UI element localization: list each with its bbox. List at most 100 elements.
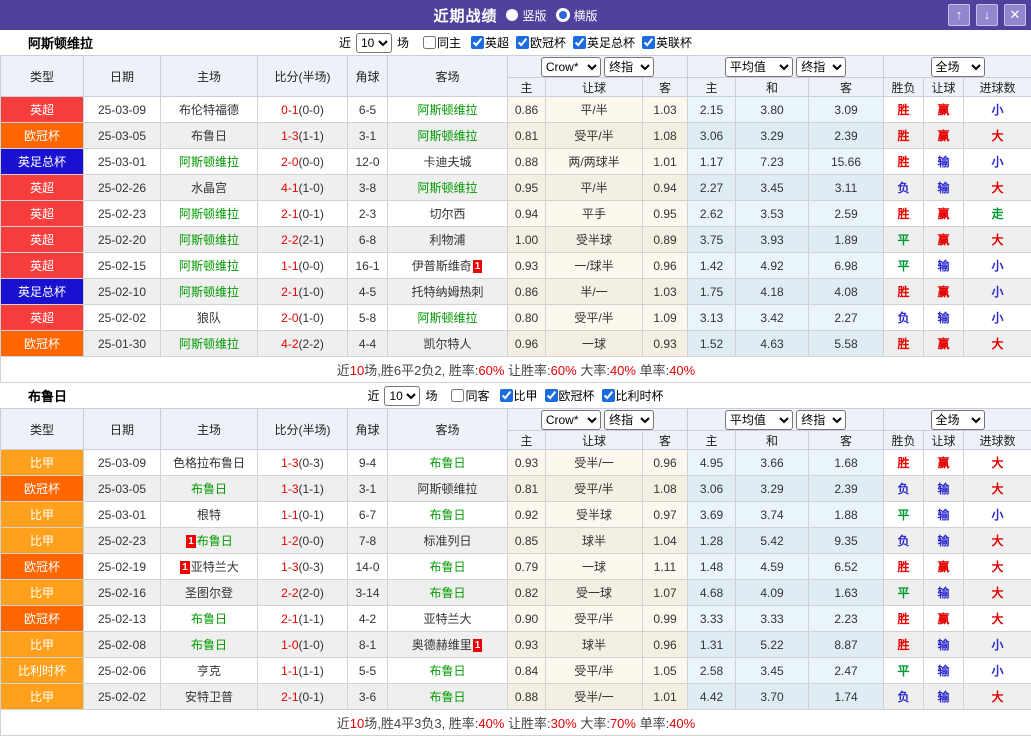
avg-home-odds: 3.13 — [688, 305, 736, 331]
league-filter[interactable]: 比甲 — [493, 387, 538, 404]
away-team-cell: 亚特兰大 — [388, 606, 508, 632]
team-name: 阿斯顿维拉 — [179, 337, 239, 351]
league-checkbox[interactable] — [545, 389, 558, 402]
handicap-cell: 受平/半 — [546, 476, 643, 502]
summary-segment: 近 — [337, 716, 350, 731]
avg-home-odds: 1.28 — [688, 528, 736, 554]
table-row: 比甲25-02-02安特卫普2-1(0-1)3-6布鲁日0.88受半/一1.01… — [1, 684, 1031, 710]
move-up-button[interactable]: ↑ — [948, 4, 970, 26]
score-cell: 1-2(0-0) — [258, 528, 348, 554]
goals-result-cell: 小 — [964, 632, 1031, 658]
league-checkbox[interactable] — [471, 36, 484, 49]
same-venue-filter[interactable]: 同主 — [416, 34, 461, 51]
date-cell: 25-02-23 — [84, 201, 161, 227]
avg-draw-odds: 3.29 — [736, 123, 809, 149]
away-team-cell: 凯尔特人 — [388, 331, 508, 357]
fulltime-select[interactable]: 全场 — [931, 410, 985, 430]
league-filter[interactable]: 欧冠杯 — [538, 387, 595, 404]
summary-segment: 让胜率: — [504, 716, 550, 731]
score-cell: 2-2(2-1) — [258, 227, 348, 253]
match-count-select[interactable]: 10 — [356, 33, 392, 53]
fulltime-select[interactable]: 全场 — [931, 57, 985, 77]
league-filter[interactable]: 英超 — [464, 34, 509, 51]
result-cell: 胜 — [884, 450, 924, 476]
average-select[interactable]: 平均值 — [725, 410, 793, 430]
crow-away-odds: 1.09 — [643, 305, 688, 331]
same-venue-filter[interactable]: 同客 — [444, 387, 489, 404]
league-filter[interactable]: 英足总杯 — [566, 34, 635, 51]
col-header-avg-home: 主 — [688, 78, 736, 97]
fulltime-score: 1-3 — [281, 560, 298, 574]
fulltime-score: 1-1 — [281, 259, 298, 273]
league-filter-label: 英超 — [485, 34, 509, 51]
date-cell: 25-02-23 — [84, 528, 161, 554]
match-count-select[interactable]: 10 — [384, 386, 420, 406]
home-team-cell: 布伦特福德 — [161, 97, 258, 123]
team-name: 标准列日 — [423, 534, 471, 548]
league-checkbox[interactable] — [602, 389, 615, 402]
layout-radio-horizontal[interactable]: 横版 — [556, 7, 598, 24]
summary-text-1: 近10场,胜4平3负3, 胜率:40% 让胜率:30% 大率:70% 单率:40… — [1, 710, 1031, 736]
score-cell: 1-0(1-0) — [258, 632, 348, 658]
result-cell: 负 — [884, 528, 924, 554]
team-name: 凯尔特人 — [423, 337, 471, 351]
move-down-button[interactable]: ↓ — [976, 4, 998, 26]
goals-result-cell: 小 — [964, 97, 1031, 123]
odds-stage-select[interactable]: 终指 — [604, 57, 654, 77]
average-select[interactable]: 平均值 — [725, 57, 793, 77]
summary-segment: 10 — [350, 716, 364, 731]
avg-stage-select[interactable]: 终指 — [796, 57, 846, 77]
avg-home-odds: 2.27 — [688, 175, 736, 201]
league-filters-0: 英超欧冠杯英足总杯英联杯 — [464, 34, 692, 52]
score-cell: 4-1(1-0) — [258, 175, 348, 201]
red-card-badge: 1 — [473, 260, 483, 273]
league-checkbox[interactable] — [642, 36, 655, 49]
handicap-result-cell: 输 — [924, 684, 964, 710]
crow-home-odds: 0.93 — [508, 450, 546, 476]
odds-stage-select[interactable]: 终指 — [604, 410, 654, 430]
layout-radio-vertical[interactable]: 竖版 — [506, 7, 546, 24]
result-cell: 负 — [884, 175, 924, 201]
col-header-date: 日期 — [84, 409, 161, 450]
league-checkbox[interactable] — [573, 36, 586, 49]
radio-vertical-icon[interactable] — [506, 9, 518, 21]
summary-segment: 场,胜4平3负3, 胜率: — [364, 716, 478, 731]
home-team-cell: 布鲁日 — [161, 606, 258, 632]
halftime-score: (1-1) — [299, 664, 324, 678]
league-checkbox[interactable] — [516, 36, 529, 49]
close-button[interactable]: ✕ — [1004, 4, 1026, 26]
crow-away-odds: 1.11 — [643, 554, 688, 580]
radio-horizontal-icon[interactable] — [556, 8, 570, 22]
bookmaker-select[interactable]: Crow* — [541, 410, 601, 430]
avg-stage-select[interactable]: 终指 — [796, 410, 846, 430]
away-team-cell: 托特纳姆热刺 — [388, 279, 508, 305]
avg-away-odds: 2.27 — [809, 305, 884, 331]
league-filter[interactable]: 比利时杯 — [595, 387, 664, 404]
same-venue-checkbox[interactable] — [451, 389, 464, 402]
filter-bar: 近 10 场 同客 比甲欧冠杯比利时杯 — [367, 386, 663, 406]
league-cell: 英足总杯 — [1, 279, 84, 305]
handicap-result-cell: 输 — [924, 149, 964, 175]
col-header-avg-home: 主 — [688, 431, 736, 450]
home-team-cell: 布鲁日 — [161, 476, 258, 502]
league-cell: 欧冠杯 — [1, 476, 84, 502]
league-filter[interactable]: 欧冠杯 — [509, 34, 566, 51]
league-filter[interactable]: 英联杯 — [635, 34, 692, 51]
team-name: 色格拉布鲁日 — [173, 456, 245, 470]
league-cell: 欧冠杯 — [1, 606, 84, 632]
away-team-cell: 卡迪夫城 — [388, 149, 508, 175]
same-venue-checkbox[interactable] — [423, 36, 436, 49]
crow-home-odds: 1.00 — [508, 227, 546, 253]
handicap-result-cell: 输 — [924, 476, 964, 502]
league-checkbox[interactable] — [500, 389, 513, 402]
goals-result-cell: 小 — [964, 279, 1031, 305]
league-cell: 英超 — [1, 201, 84, 227]
red-card-badge: 1 — [473, 639, 483, 652]
crow-home-odds: 0.81 — [508, 123, 546, 149]
team-name: 伊普斯维奇 — [412, 259, 472, 273]
league-cell: 英超 — [1, 305, 84, 331]
corner-cell: 3-8 — [348, 175, 388, 201]
avg-home-odds: 3.33 — [688, 606, 736, 632]
bookmaker-select[interactable]: Crow* — [541, 57, 601, 77]
away-team-cell: 阿斯顿维拉 — [388, 305, 508, 331]
